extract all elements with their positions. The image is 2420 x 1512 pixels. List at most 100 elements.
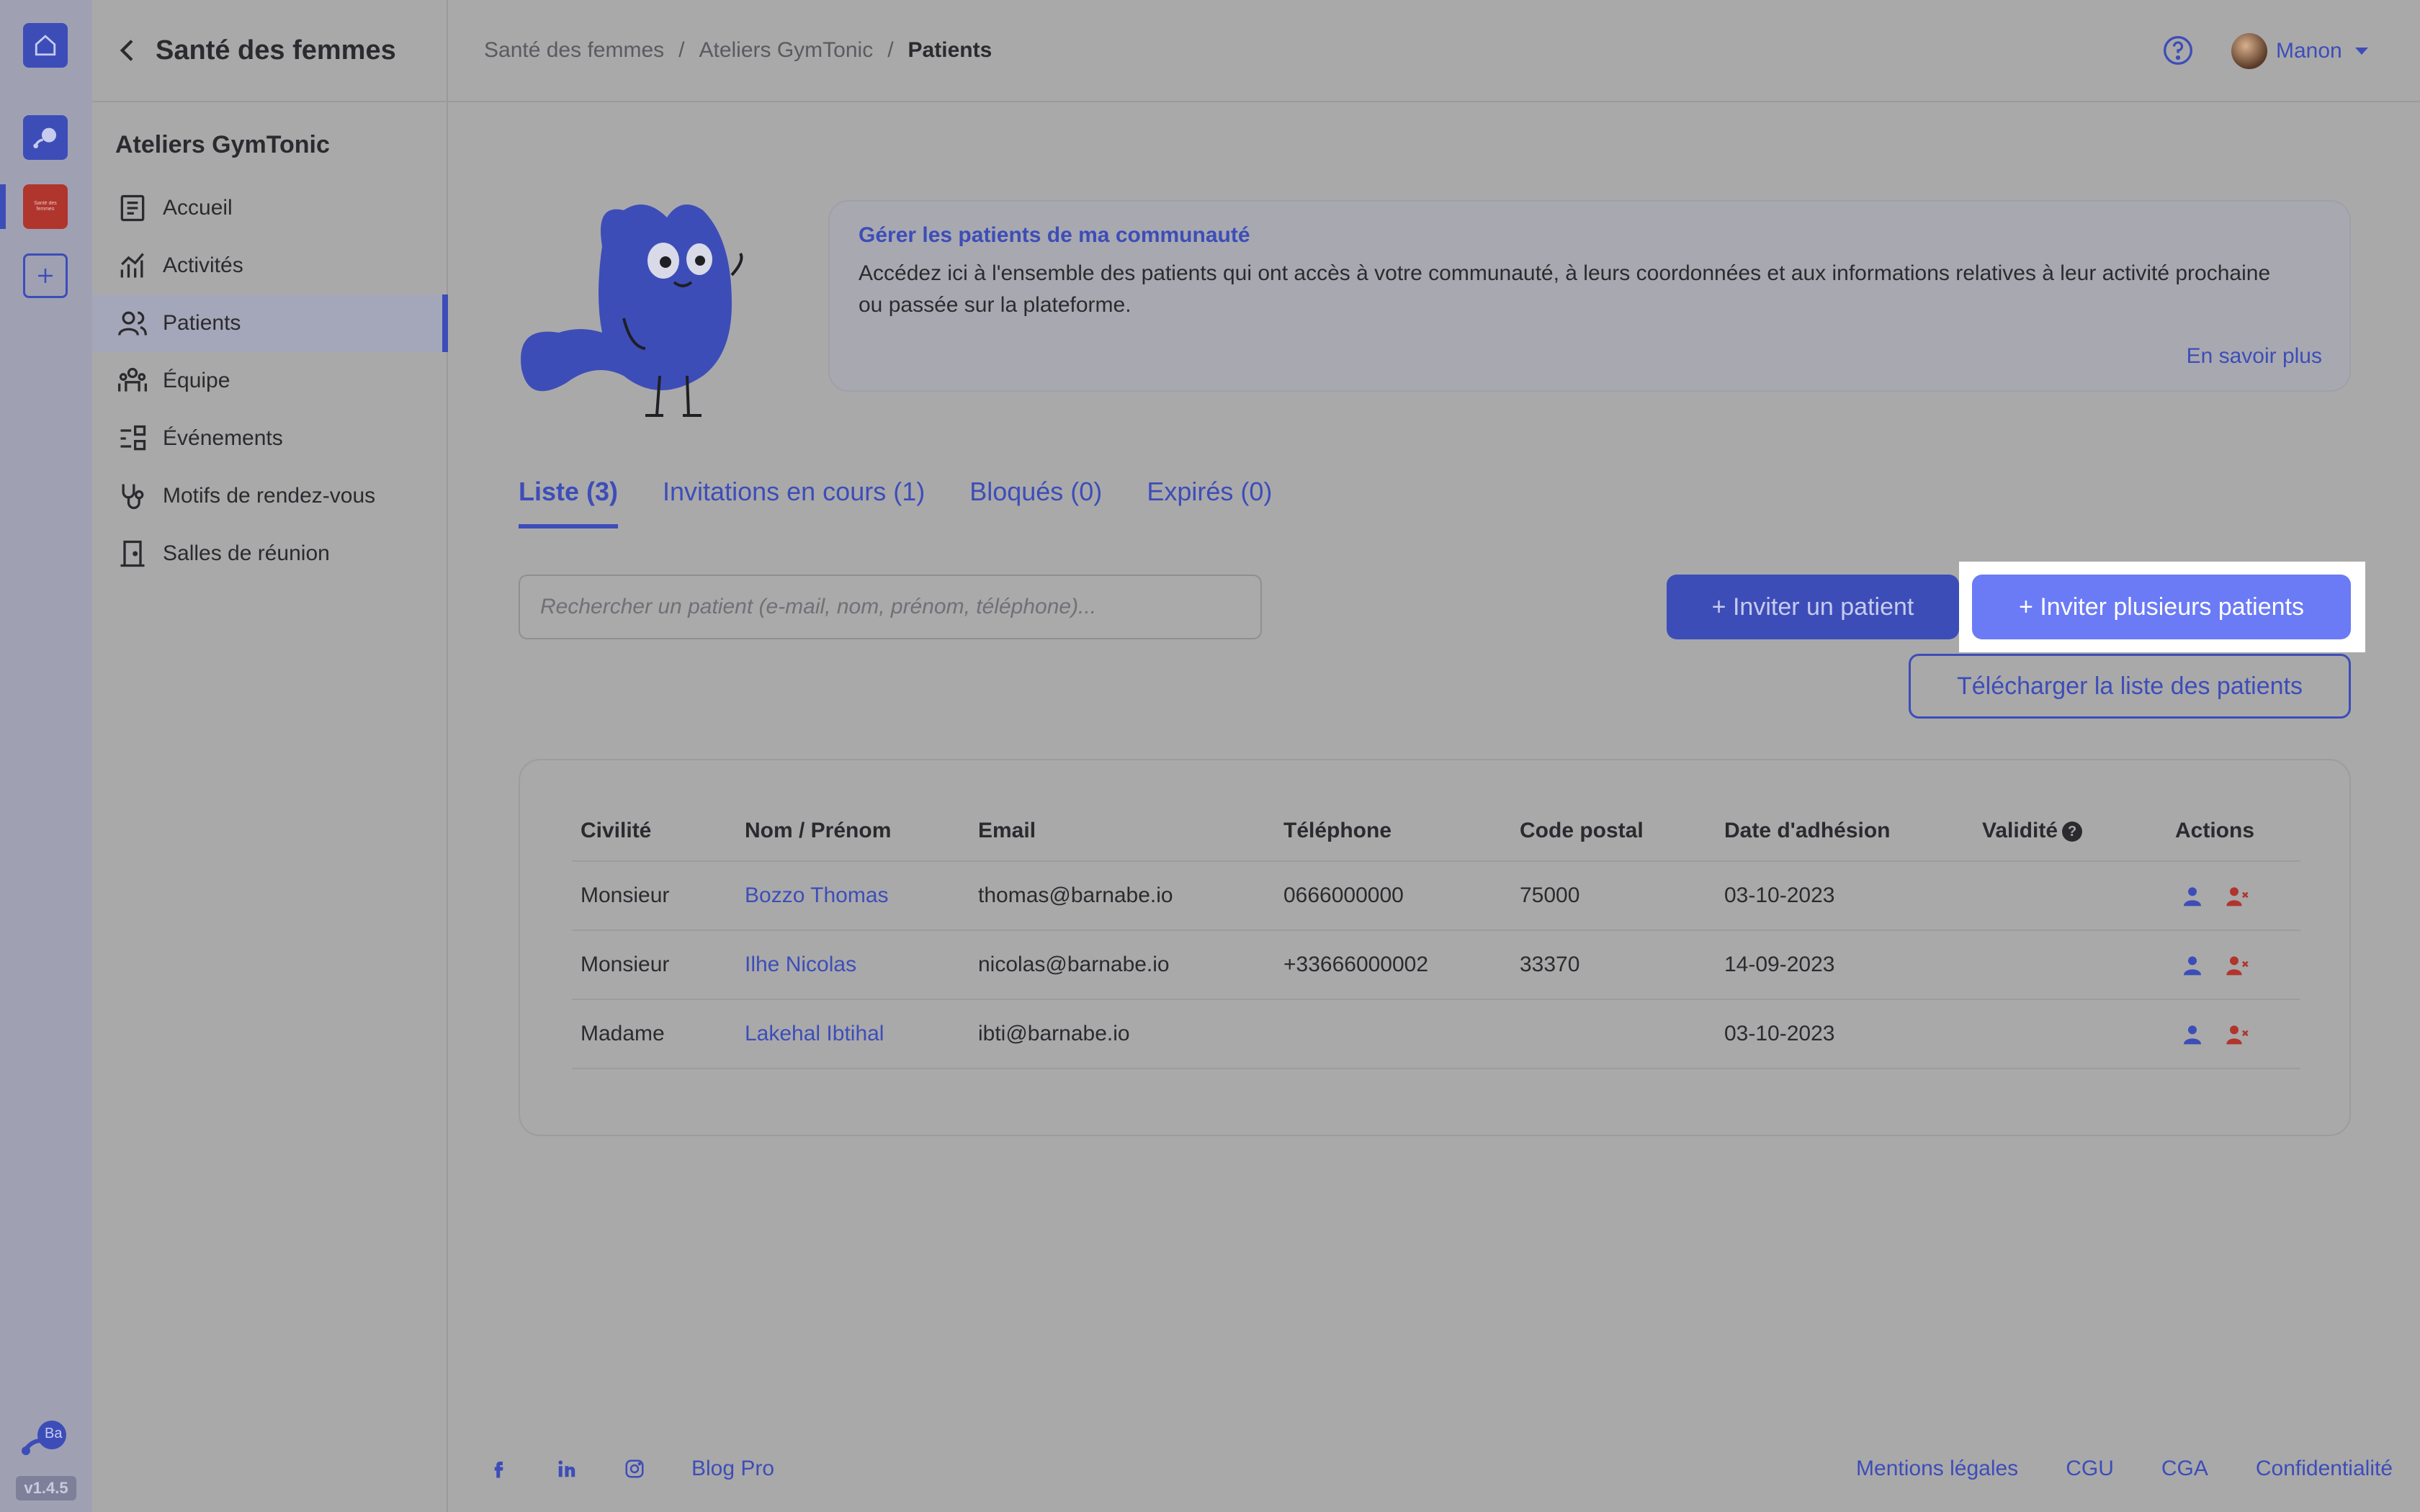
blog-pro-link[interactable]: Blog Pro bbox=[691, 1457, 774, 1481]
plus-icon bbox=[38, 269, 53, 283]
invite-multiple-patients-button[interactable]: + Inviter plusieurs patients bbox=[1972, 575, 2351, 639]
breadcrumb-item[interactable]: Ateliers GymTonic bbox=[699, 38, 873, 63]
user-name: Manon bbox=[2276, 39, 2342, 63]
help-icon[interactable] bbox=[2162, 35, 2194, 66]
cell-email: ibti@barnabe.io bbox=[969, 999, 1275, 1069]
table-header-row: Civilité Nom / Prénom Email Téléphone Co… bbox=[572, 801, 2300, 862]
tab-liste[interactable]: Liste (3) bbox=[519, 477, 619, 528]
sidebar-item-label: Événements bbox=[163, 426, 283, 450]
stethoscope-icon bbox=[122, 484, 144, 510]
sidebar-item-label: Patients bbox=[163, 311, 241, 335]
cga-link[interactable]: CGA bbox=[2161, 1457, 2208, 1481]
cell-email: thomas@barnabe.io bbox=[969, 861, 1275, 931]
remove-user-icon[interactable] bbox=[2226, 1023, 2249, 1046]
community-title: Santé des femmes bbox=[156, 35, 396, 66]
remove-user-icon[interactable] bbox=[2226, 954, 2249, 977]
column-header: Civilité bbox=[572, 801, 736, 862]
team-icon bbox=[118, 367, 147, 392]
cgu-link[interactable]: CGU bbox=[2066, 1457, 2114, 1481]
learn-more-link[interactable]: En savoir plus bbox=[2187, 344, 2322, 369]
sidebar-item-salles[interactable]: Salles de réunion bbox=[92, 525, 447, 582]
instagram-icon[interactable] bbox=[624, 1458, 645, 1480]
search-input[interactable] bbox=[519, 575, 1262, 639]
sidebar-section-title: Ateliers GymTonic bbox=[115, 131, 330, 158]
info-card: Gérer les patients de ma communauté Accé… bbox=[830, 202, 2349, 390]
download-patient-list-button[interactable]: Télécharger la liste des patients bbox=[1909, 654, 2351, 719]
events-icon bbox=[120, 425, 146, 451]
add-app-button[interactable] bbox=[23, 253, 68, 298]
cell-date: 03-10-2023 bbox=[1716, 861, 1973, 931]
view-user-icon[interactable] bbox=[2181, 885, 2204, 908]
sidebar-item-activites[interactable]: Activités bbox=[92, 237, 447, 294]
column-header-validite: Validité? bbox=[1973, 801, 2166, 862]
remove-user-icon[interactable] bbox=[2226, 885, 2249, 908]
sidebar-item-label: Salles de réunion bbox=[163, 541, 330, 565]
mentions-legales-link[interactable]: Mentions légales bbox=[1856, 1457, 2018, 1481]
cell-actions bbox=[2166, 999, 2300, 1069]
table-row: Monsieur Ilhe Nicolas nicolas@barnabe.io… bbox=[572, 930, 2300, 1000]
cell-telephone bbox=[1275, 999, 1511, 1069]
sidebar-item-evenements[interactable]: Événements bbox=[92, 410, 447, 467]
cell-telephone: 0666000000 bbox=[1275, 861, 1511, 931]
app-sante-femmes-button[interactable]: Santé des femmes bbox=[23, 184, 68, 229]
user-menu[interactable]: Manon bbox=[2231, 33, 2368, 69]
sidebar-item-accueil[interactable]: Accueil bbox=[92, 179, 447, 237]
sidebar-item-patients[interactable]: Patients bbox=[92, 294, 448, 352]
app-rail: Santé des femmes Ba v1.4.5 bbox=[0, 0, 92, 1512]
table-row: Madame Lakehal Ibtihal ibti@barnabe.io 0… bbox=[572, 999, 2300, 1069]
cell-date: 14-09-2023 bbox=[1716, 930, 1973, 1000]
home-icon bbox=[35, 35, 56, 56]
breadcrumb-current: Patients bbox=[908, 38, 992, 62]
linkedin-icon[interactable] bbox=[556, 1458, 578, 1480]
column-header: Actions bbox=[2166, 801, 2300, 862]
breadcrumb-separator: / bbox=[678, 38, 685, 62]
view-user-icon[interactable] bbox=[2181, 1023, 2204, 1046]
sidebar-item-equipe[interactable]: Équipe bbox=[92, 352, 447, 410]
mascot-illustration bbox=[521, 204, 743, 417]
chevron-left-icon[interactable] bbox=[114, 36, 143, 65]
sidebar-item-label: Activités bbox=[163, 253, 243, 277]
breadcrumb-item[interactable]: Santé des femmes bbox=[484, 38, 664, 63]
sidebar-header: Santé des femmes bbox=[92, 0, 447, 102]
column-header: Nom / Prénom bbox=[736, 801, 969, 862]
sidebar-item-label: Motifs de rendez-vous bbox=[163, 484, 376, 508]
cell-email: nicolas@barnabe.io bbox=[969, 930, 1275, 1000]
cell-validite bbox=[1973, 999, 2166, 1069]
app-barnabe-button[interactable] bbox=[23, 115, 68, 160]
home-button[interactable] bbox=[23, 23, 68, 68]
tab-expires[interactable]: Expirés (0) bbox=[1147, 477, 1272, 528]
patients-table-card: Civilité Nom / Prénom Email Téléphone Co… bbox=[519, 759, 2351, 1136]
app-sante-femmes-label: Santé des femmes bbox=[34, 201, 57, 212]
column-header: Date d'adhésion bbox=[1716, 801, 1973, 862]
users-icon bbox=[118, 311, 147, 336]
patient-name-link[interactable]: Lakehal Ibtihal bbox=[736, 999, 969, 1069]
breadcrumb-separator: / bbox=[887, 38, 894, 62]
door-icon bbox=[120, 540, 145, 567]
cell-actions bbox=[2166, 930, 2300, 1000]
patient-name-link[interactable]: Ilhe Nicolas bbox=[736, 930, 969, 1000]
chevron-down-icon bbox=[2354, 48, 2368, 55]
breadcrumb: Santé des femmes / Ateliers GymTonic / P… bbox=[484, 38, 992, 63]
patient-name-link[interactable]: Bozzo Thomas bbox=[736, 861, 969, 931]
invite-patient-button[interactable]: + Inviter un patient bbox=[1667, 575, 1959, 639]
tab-bloques[interactable]: Bloqués (0) bbox=[969, 477, 1102, 528]
cell-validite bbox=[1973, 861, 2166, 931]
footer-legal-links: Mentions légales CGU CGA Confidentialité bbox=[1809, 1457, 2393, 1481]
table-row: Monsieur Bozzo Thomas thomas@barnabe.io … bbox=[572, 861, 2300, 931]
cell-telephone: +33666000002 bbox=[1275, 930, 1511, 1000]
sidebar: Santé des femmes Ateliers GymTonic Accue… bbox=[92, 0, 448, 1512]
sidebar-item-motifs[interactable]: Motifs de rendez-vous bbox=[92, 467, 447, 525]
cell-civilite: Madame bbox=[572, 999, 736, 1069]
info-text: Accédez ici à l'ensemble des patients qu… bbox=[859, 261, 2271, 317]
tab-invitations[interactable]: Invitations en cours (1) bbox=[663, 477, 925, 528]
patients-tabs: Liste (3) Invitations en cours (1) Bloqu… bbox=[519, 477, 1317, 528]
view-user-icon[interactable] bbox=[2181, 954, 2204, 977]
cell-validite bbox=[1973, 930, 2166, 1000]
barnabe-logo: Ba bbox=[20, 1415, 71, 1458]
facebook-icon[interactable] bbox=[488, 1458, 510, 1480]
question-icon[interactable]: ? bbox=[2062, 821, 2083, 842]
confidentialite-link[interactable]: Confidentialité bbox=[2256, 1457, 2393, 1481]
cell-code-postal: 33370 bbox=[1511, 930, 1716, 1000]
column-header: Email bbox=[969, 801, 1275, 862]
document-icon bbox=[120, 194, 145, 222]
